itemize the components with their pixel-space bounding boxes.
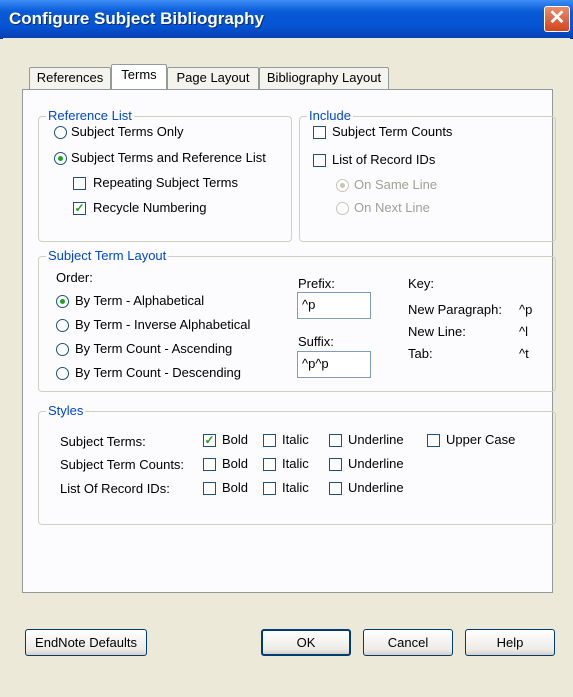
tab-page-layout[interactable]: Page Layout — [167, 67, 259, 89]
close-icon: ✕ — [548, 7, 566, 29]
key-tab-code: ^t — [519, 346, 529, 361]
on-same-line-radio[interactable] — [336, 179, 349, 192]
endnote-defaults-button[interactable]: EndNote Defaults — [25, 629, 147, 656]
tab-bibliography-layout[interactable]: Bibliography Layout — [259, 67, 389, 89]
subject-term-counts-underline-checkbox[interactable] — [329, 458, 342, 471]
subject-terms-underline-label[interactable]: Underline — [348, 432, 404, 447]
key-new-paragraph-label: New Paragraph: — [408, 302, 502, 317]
subject-terms-bold-checkbox[interactable]: ✓ — [203, 434, 216, 447]
subject-term-counts-underline-label[interactable]: Underline — [348, 456, 404, 471]
key-new-paragraph-code: ^p — [519, 302, 533, 317]
subject-term-counts-italic-label[interactable]: Italic — [282, 456, 309, 471]
order-alphabetical-radio[interactable] — [56, 295, 69, 308]
reference-list-legend: Reference List — [46, 108, 134, 123]
suffix-label: Suffix: — [298, 334, 334, 349]
key-label: Key: — [408, 276, 435, 291]
subject-terms-italic-checkbox[interactable] — [263, 434, 276, 447]
order-count-ascending-label[interactable]: By Term Count - Ascending — [75, 341, 232, 356]
subject-terms-upper-case-checkbox[interactable] — [427, 434, 440, 447]
order-alphabetical-label[interactable]: By Term - Alphabetical — [75, 293, 204, 308]
tab-terms[interactable]: Terms — [111, 64, 167, 89]
subject-terms-and-reference-list-radio[interactable] — [54, 152, 67, 165]
record-ids-underline-checkbox[interactable] — [329, 482, 342, 495]
subject-term-counts-italic-checkbox[interactable] — [263, 458, 276, 471]
order-label: Order: — [56, 270, 93, 285]
on-next-line-radio[interactable] — [336, 202, 349, 215]
record-ids-style-label: List Of Record IDs: — [60, 481, 170, 496]
key-new-line-code: ^l — [519, 324, 528, 339]
list-of-record-ids-label[interactable]: List of Record IDs — [332, 152, 435, 167]
subject-term-counts-style-label: Subject Term Counts: — [60, 457, 185, 472]
recycle-numbering-checkbox[interactable]: ✓ — [73, 202, 86, 215]
recycle-numbering-label[interactable]: Recycle Numbering — [93, 200, 206, 215]
order-count-ascending-radio[interactable] — [56, 343, 69, 356]
ok-button[interactable]: OK — [261, 629, 351, 656]
order-inverse-alphabetical-label[interactable]: By Term - Inverse Alphabetical — [75, 317, 250, 332]
subject-terms-only-label[interactable]: Subject Terms Only — [71, 124, 183, 139]
suffix-input[interactable]: ^p^p — [297, 351, 371, 378]
key-new-line-label: New Line: — [408, 324, 466, 339]
check-icon: ✓ — [74, 201, 85, 215]
subject-terms-underline-checkbox[interactable] — [329, 434, 342, 447]
record-ids-bold-label[interactable]: Bold — [222, 480, 248, 495]
subject-term-counts-bold-checkbox[interactable] — [203, 458, 216, 471]
styles-legend: Styles — [46, 403, 86, 418]
repeating-subject-terms-checkbox[interactable] — [73, 177, 86, 190]
order-count-descending-label[interactable]: By Term Count - Descending — [75, 365, 241, 380]
subject-term-counts-bold-label[interactable]: Bold — [222, 456, 248, 471]
subject-terms-and-reference-list-label[interactable]: Subject Terms and Reference List — [71, 150, 266, 165]
subject-terms-style-label: Subject Terms: — [60, 434, 146, 449]
prefix-input[interactable]: ^p — [297, 292, 371, 319]
subject-term-counts-checkbox[interactable] — [313, 126, 326, 139]
window-title: Configure Subject Bibliography — [9, 9, 265, 28]
on-same-line-label[interactable]: On Same Line — [354, 177, 437, 192]
subject-terms-italic-label[interactable]: Italic — [282, 432, 309, 447]
order-count-descending-radio[interactable] — [56, 367, 69, 380]
list-of-record-ids-checkbox[interactable] — [313, 154, 326, 167]
on-next-line-label[interactable]: On Next Line — [354, 200, 430, 215]
repeating-subject-terms-label[interactable]: Repeating Subject Terms — [93, 175, 238, 190]
record-ids-italic-checkbox[interactable] — [263, 482, 276, 495]
subject-terms-upper-case-label[interactable]: Upper Case — [446, 432, 515, 447]
subject-terms-only-radio[interactable] — [54, 126, 67, 139]
tab-references[interactable]: References — [29, 67, 111, 89]
check-icon: ✓ — [204, 433, 215, 447]
subject-terms-bold-label[interactable]: Bold — [222, 432, 248, 447]
prefix-label: Prefix: — [298, 276, 335, 291]
record-ids-italic-label[interactable]: Italic — [282, 480, 309, 495]
cancel-button[interactable]: Cancel — [363, 629, 453, 656]
help-button[interactable]: Help — [465, 629, 555, 656]
key-tab-label: Tab: — [408, 346, 433, 361]
subject-term-layout-legend: Subject Term Layout — [46, 248, 169, 263]
subject-term-counts-label[interactable]: Subject Term Counts — [332, 124, 452, 139]
order-inverse-alphabetical-radio[interactable] — [56, 319, 69, 332]
close-button[interactable]: ✕ — [544, 6, 570, 32]
record-ids-bold-checkbox[interactable] — [203, 482, 216, 495]
include-legend: Include — [307, 108, 353, 123]
tab-panel-terms: Reference List Subject Terms Only Subjec… — [22, 89, 556, 593]
record-ids-underline-label[interactable]: Underline — [348, 480, 404, 495]
title-bar: Configure Subject Bibliography ✕ — [0, 0, 573, 39]
